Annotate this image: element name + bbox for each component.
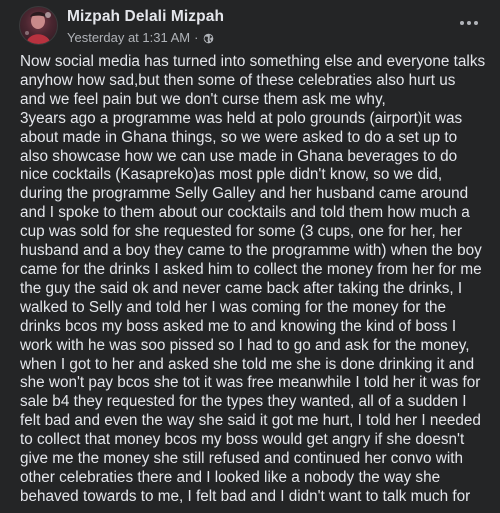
post-header: Mizpah Delali Mizpah Yesterday at 1:31 A…: [0, 0, 500, 52]
post-text-line: cup was sold for she requested for some …: [20, 223, 463, 241]
post-text-line: work with he was soo pissed so I had to …: [20, 336, 470, 354]
post-text-line: nice cocktails (Kasapreko)as most pple d…: [20, 166, 443, 184]
more-horizontal-icon: [460, 21, 478, 25]
post-text-line: sale b4 they requested for the types the…: [20, 393, 467, 411]
post-text-line: about made in Ghana things, so we were a…: [20, 128, 458, 146]
post-text-line: drinks bcos my boss asked me to and know…: [20, 317, 457, 335]
post-text-line: felt bad and even the way she said it go…: [20, 412, 481, 430]
avatar[interactable]: [19, 6, 58, 45]
post-text-line: when I got to her and asked she told me …: [20, 355, 475, 373]
post-text-line: husband and a boy they came to the progr…: [20, 242, 482, 260]
post-text-line: came for the drinks I asked him to colle…: [20, 260, 482, 278]
post-text: Now social media has turned into somethi…: [20, 53, 496, 507]
post-text-line: during the programme Selly Galley and he…: [20, 185, 469, 203]
author-name[interactable]: Mizpah Delali Mizpah: [67, 8, 224, 26]
post-text-line: the guy the said ok and never came back …: [20, 279, 463, 297]
post-text-line: give me the money she still refused and …: [20, 450, 464, 468]
meta-separator: ·: [194, 30, 199, 45]
post-text-line: to collect that money bcos my boss would…: [20, 431, 465, 449]
post-text-line: she won't pay bcos she tot it was free m…: [20, 374, 481, 392]
more-options-button[interactable]: [455, 9, 483, 37]
post-text-line: 3years ago a programme was held at polo …: [20, 109, 463, 127]
post-text-line: also showcase how we can use made in Gha…: [20, 147, 458, 165]
post-text-line: walked to Selly and told her I was comin…: [20, 298, 446, 316]
post-text-line: and we feel pain but we don't curse them…: [20, 90, 386, 108]
globe-icon[interactable]: [203, 32, 214, 44]
post-text-line: Now social media has turned into somethi…: [20, 53, 486, 70]
post-timestamp[interactable]: Yesterday at 1:31 AM: [67, 30, 190, 45]
post-text-line: behaved towards to me, I felt bad and I …: [20, 487, 471, 505]
post-text-line: anyhow how sad,but then some of these ce…: [20, 71, 456, 89]
post-text-line: and I spoke to them about our cocktails …: [20, 204, 470, 222]
post-text-line: other celebraties there and I looked lik…: [20, 468, 441, 486]
post-meta: Yesterday at 1:31 AM ·: [67, 30, 214, 45]
